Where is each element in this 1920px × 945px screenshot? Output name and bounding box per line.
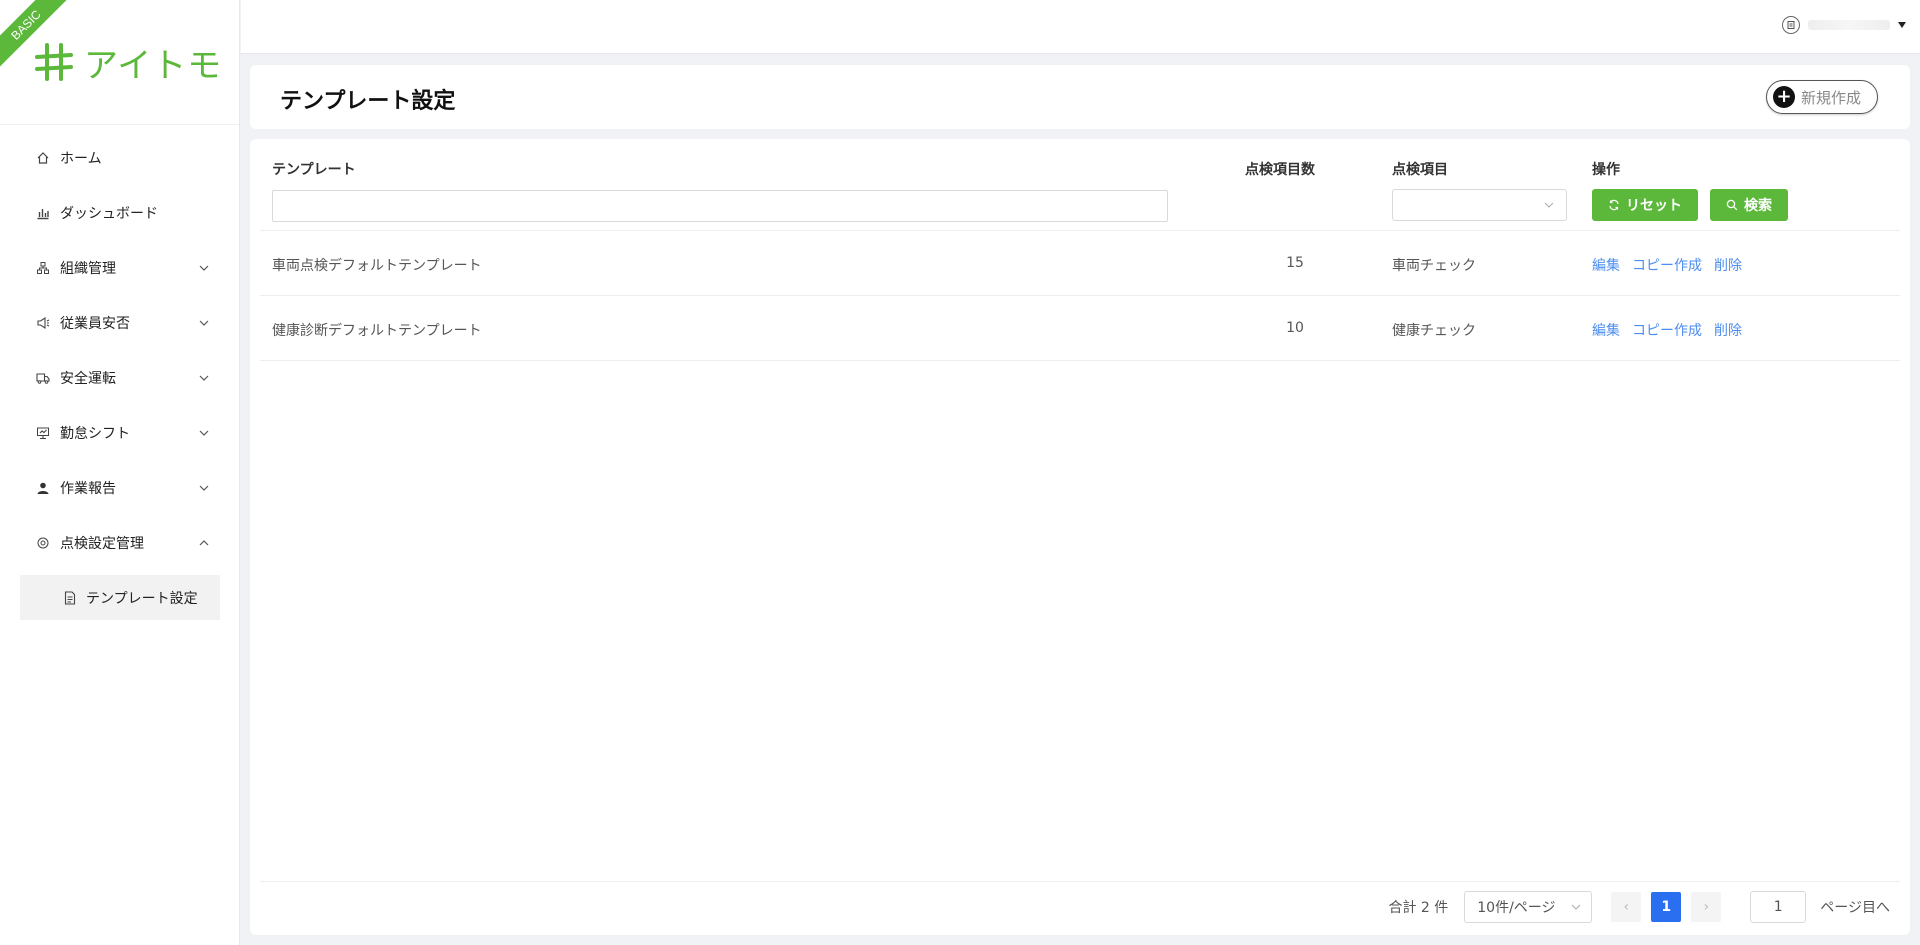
column-header-count: 点検項目数	[1245, 162, 1315, 178]
user-name	[1808, 20, 1890, 30]
search-label: 検索	[1744, 198, 1772, 214]
app-logo[interactable]: アイトモ	[34, 40, 223, 86]
table-row: 車両点検デフォルトテンプレート 15 車両チェック 編集 コピー作成 削除	[260, 231, 1900, 296]
submenu-label: テンプレート設定	[86, 590, 198, 607]
menu-item-work-report[interactable]: 作業報告	[0, 460, 239, 515]
search-icon	[1726, 199, 1738, 211]
page-header: テンプレート設定 + 新規作成	[250, 65, 1910, 129]
top-header	[241, 0, 1920, 54]
reset-label: リセット	[1626, 198, 1682, 214]
menu-label: 安全運転	[60, 370, 116, 387]
monitor-icon	[37, 427, 49, 439]
home-icon	[37, 151, 49, 164]
refresh-icon	[1609, 199, 1619, 211]
menu-item-home[interactable]: ホーム	[0, 130, 239, 185]
org-icon	[37, 261, 49, 274]
chevron-up-icon	[199, 539, 209, 545]
page-jump-input[interactable]: 1	[1750, 891, 1807, 923]
chevron-down-icon	[199, 375, 209, 381]
bar-chart-icon	[37, 208, 49, 219]
side-menu: ホーム ダッシュボード 組織管理 従業員安否 安全運転 勤怠シフト 作業報告 点…	[0, 130, 239, 620]
column-header-ops: 操作	[1592, 162, 1620, 178]
table-row: 健康診断デフォルトテンプレート 10 健康チェック 編集 コピー作成 削除	[260, 296, 1900, 361]
chevron-down-icon	[199, 320, 209, 326]
template-name: 健康診断デフォルトテンプレート	[272, 323, 482, 339]
prev-page-button[interactable]: ‹	[1611, 892, 1642, 922]
divider	[260, 881, 1900, 882]
chevron-down-icon	[1571, 904, 1581, 910]
submenu-item-template-settings[interactable]: テンプレート設定	[20, 575, 220, 620]
file-icon	[64, 590, 76, 605]
megaphone-icon	[37, 316, 50, 329]
logo-mark-icon	[35, 43, 73, 81]
menu-label: 点検設定管理	[60, 535, 144, 552]
create-new-label: 新規作成	[1800, 88, 1861, 107]
next-page-button[interactable]: ›	[1691, 892, 1722, 922]
menu-label: 組織管理	[60, 260, 116, 277]
edit-link[interactable]: 編集	[1592, 255, 1620, 275]
menu-item-attendance[interactable]: 勤怠シフト	[0, 405, 239, 460]
truck-icon	[36, 372, 50, 384]
chevron-down-icon	[199, 265, 209, 271]
inspection-item: 車両チェック	[1392, 258, 1476, 274]
total-count: 合計 2 件	[1388, 900, 1449, 916]
divider	[0, 124, 239, 125]
template-name: 車両点検デフォルトテンプレート	[272, 258, 482, 274]
page-title: テンプレート設定	[280, 89, 456, 114]
menu-label: ホーム	[60, 150, 102, 167]
row-actions: 編集 コピー作成 削除	[1592, 320, 1742, 340]
chevron-down-icon	[199, 485, 209, 491]
menu-item-inspection-settings[interactable]: 点検設定管理	[0, 515, 239, 570]
plus-icon: +	[1772, 86, 1795, 108]
inspection-item: 健康チェック	[1392, 323, 1476, 339]
sidebar: BASIC アイトモ ホーム ダッシュボード 組織管理 従業員安否 安全運転 勤…	[0, 0, 240, 945]
copy-link[interactable]: コピー作成	[1632, 320, 1702, 340]
edit-link[interactable]: 編集	[1592, 320, 1620, 340]
copy-link[interactable]: コピー作成	[1632, 255, 1702, 275]
menu-item-dashboard[interactable]: ダッシュボード	[0, 185, 239, 240]
menu-item-safe-driving[interactable]: 安全運転	[0, 350, 239, 405]
logo-text: アイトモ	[84, 45, 223, 86]
delete-link[interactable]: 削除	[1714, 255, 1742, 275]
column-header-item: 点検項目	[1392, 162, 1448, 178]
pagination: 合計 2 件 10件/ページ ‹ 1 › 1 ページ目へ	[1388, 891, 1890, 923]
column-header-template: テンプレート	[272, 162, 356, 178]
menu-label: 勤怠シフト	[60, 425, 130, 442]
delete-link[interactable]: 削除	[1714, 320, 1742, 340]
user-icon	[37, 482, 49, 494]
page-size-select[interactable]: 10件/ページ	[1464, 891, 1593, 923]
search-button[interactable]: 検索	[1710, 189, 1788, 221]
template-search-input[interactable]	[272, 190, 1168, 222]
template-list-card: テンプレート 点検項目数 点検項目 操作 リセット 検索 車両点検デフォルトテン…	[250, 139, 1910, 935]
create-new-button[interactable]: + 新規作成	[1765, 80, 1878, 114]
user-badge-icon	[1782, 16, 1800, 34]
item-count: 10	[1286, 320, 1304, 336]
chevron-down-icon	[1544, 202, 1554, 208]
reset-button[interactable]: リセット	[1592, 189, 1698, 221]
chevron-down-icon	[199, 430, 209, 436]
page-size-value: 10件/ページ	[1477, 900, 1556, 916]
caret-down-icon	[1898, 22, 1906, 28]
menu-label: 作業報告	[60, 480, 116, 497]
menu-item-organization[interactable]: 組織管理	[0, 240, 239, 295]
item-count: 15	[1286, 255, 1304, 271]
menu-label: 従業員安否	[60, 315, 130, 332]
menu-label: ダッシュボード	[60, 205, 158, 222]
settings-icon	[37, 537, 49, 548]
user-menu[interactable]	[1782, 16, 1906, 34]
inspection-item-select[interactable]	[1392, 189, 1567, 221]
page-number-button[interactable]: 1	[1651, 892, 1682, 922]
menu-item-employee-safety[interactable]: 従業員安否	[0, 295, 239, 350]
row-actions: 編集 コピー作成 削除	[1592, 255, 1742, 275]
page-jump-suffix: ページ目へ	[1820, 900, 1890, 916]
